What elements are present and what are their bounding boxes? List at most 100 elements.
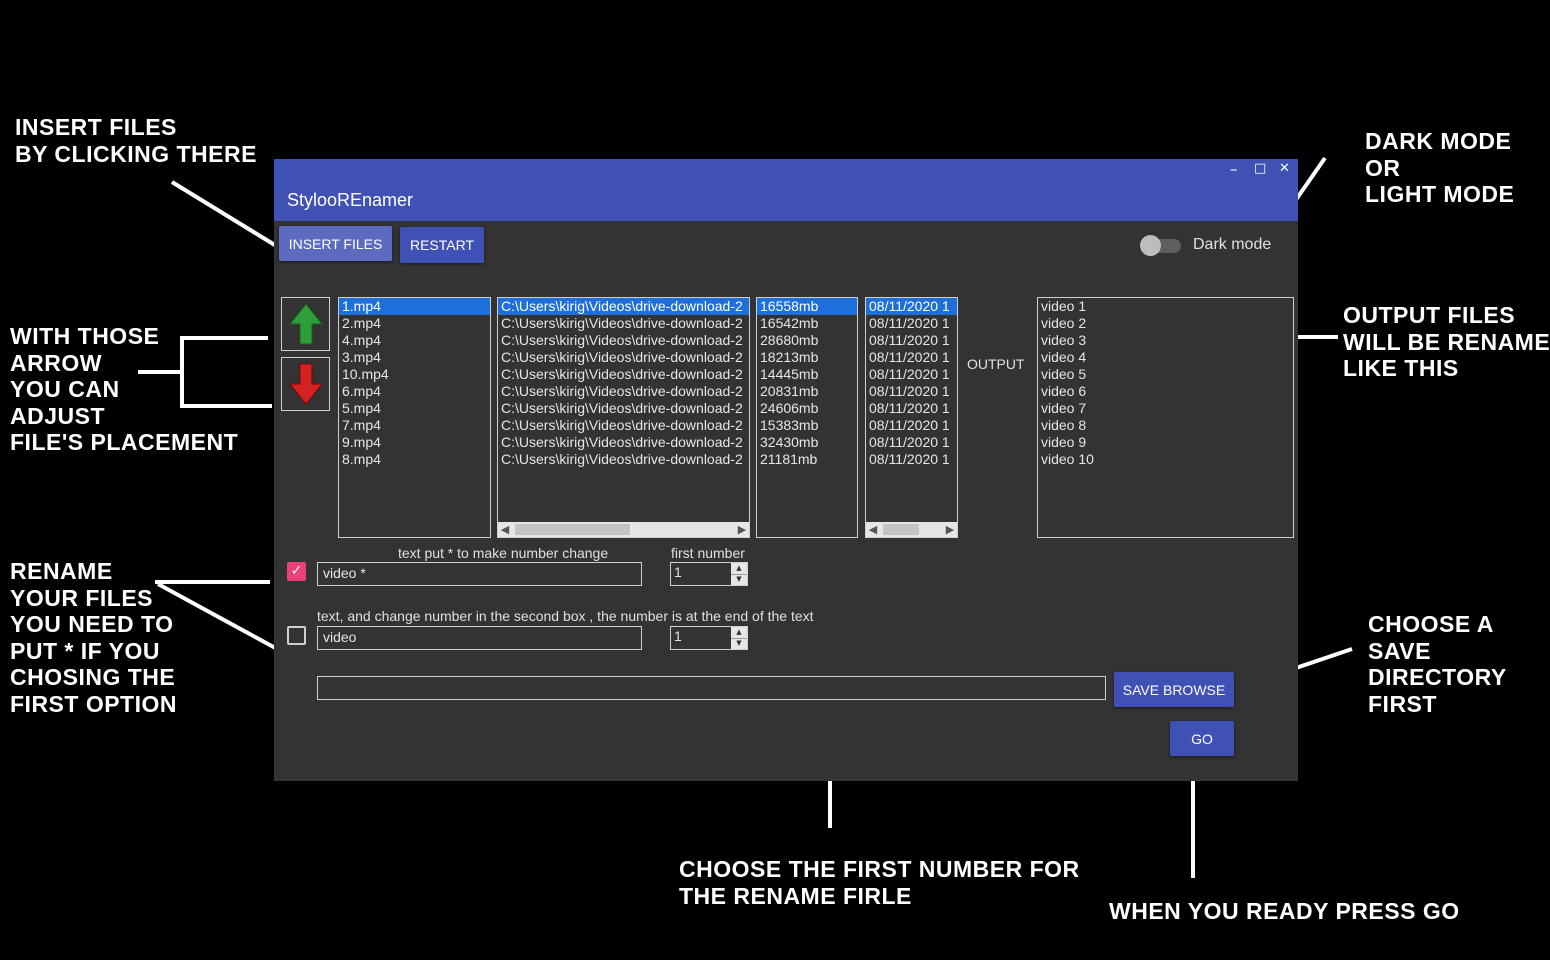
option2-label: text, and change number in the second bo… [317, 608, 814, 624]
file-size-list[interactable]: 16558mb 16542mb 28680mb 18213mb 14445mb 20831… [756, 297, 858, 538]
list-item[interactable]: video 2 [1038, 315, 1293, 332]
list-item[interactable]: C:\Users\kirig\Videos\drive-download-2 [498, 298, 749, 315]
restart-button[interactable]: RESTART [400, 227, 484, 263]
file-name-list[interactable]: 1.mp4 2.mp4 4.mp4 3.mp4 10.mp4 6.mp4 5.mp4 7.mp… [338, 297, 491, 538]
list-item[interactable]: 08/11/2020 1 [866, 349, 957, 366]
scroll-left-icon[interactable]: ◀ [866, 522, 880, 537]
path-list-scrollbar[interactable]: ◀ ▶ [498, 522, 749, 537]
annotation-output: Output files will be renamed like this [1343, 302, 1550, 381]
scrollbar-thumb[interactable] [883, 524, 919, 535]
annotation-go: When you ready press GO [1109, 898, 1460, 924]
list-item[interactable]: C:\Users\kirig\Videos\drive-download-2 [498, 315, 749, 332]
list-item[interactable]: video 9 [1038, 434, 1293, 451]
annotation-rename: Rename your files you need to put * if y… [10, 558, 177, 717]
option1-number-stepper[interactable]: 1 ▲ ▼ [670, 562, 748, 586]
first-number-label: first number [671, 545, 745, 561]
list-item[interactable]: 6.mp4 [339, 383, 490, 400]
scroll-left-icon[interactable]: ◀ [498, 522, 512, 537]
file-date-list[interactable]: 08/11/2020 1 08/11/2020 1 08/11/2020 1 08/1… [865, 297, 958, 538]
minimize-icon[interactable]: – [1230, 161, 1238, 177]
annotation-arrows: With those arrow you can adjust file's p… [10, 323, 239, 455]
list-item[interactable]: 08/11/2020 1 [866, 400, 957, 417]
list-item[interactable]: 2.mp4 [339, 315, 490, 332]
list-item[interactable]: 24606mb [757, 400, 857, 417]
list-item[interactable]: C:\Users\kirig\Videos\drive-download-2 [498, 366, 749, 383]
close-icon[interactable]: ✕ [1279, 161, 1290, 177]
list-item[interactable]: C:\Users\kirig\Videos\drive-download-2 [498, 332, 749, 349]
date-list-scrollbar[interactable]: ◀ ▶ [866, 522, 957, 537]
list-item[interactable]: 16542mb [757, 315, 857, 332]
list-item[interactable]: C:\Users\kirig\Videos\drive-download-2 [498, 434, 749, 451]
list-item[interactable]: C:\Users\kirig\Videos\drive-download-2 [498, 451, 749, 468]
dark-mode-toggle-knob[interactable] [1140, 235, 1161, 256]
list-item[interactable]: 20831mb [757, 383, 857, 400]
list-item[interactable]: 1.mp4 [339, 298, 490, 315]
list-item[interactable]: video 5 [1038, 366, 1293, 383]
app-window: – □ ✕ StylooREnamer INSERT FILES RESTART… [274, 159, 1298, 781]
list-item[interactable]: 8.mp4 [339, 451, 490, 468]
list-item[interactable]: C:\Users\kirig\Videos\drive-download-2 [498, 417, 749, 434]
list-item[interactable]: C:\Users\kirig\Videos\drive-download-2 [498, 349, 749, 366]
list-item[interactable]: 10.mp4 [339, 366, 490, 383]
list-item[interactable]: 08/11/2020 1 [866, 383, 957, 400]
maximize-icon[interactable]: □ [1254, 161, 1266, 177]
list-item[interactable]: video 6 [1038, 383, 1293, 400]
list-item[interactable]: 7.mp4 [339, 417, 490, 434]
save-browse-button[interactable]: SAVE BROWSE [1114, 672, 1234, 707]
scrollbar-thumb[interactable] [515, 524, 630, 535]
list-item[interactable]: 28680mb [757, 332, 857, 349]
annotation-dark-mode: Dark mode or light mode [1365, 128, 1515, 207]
annotation-first-number: Choose the first number for the rename f… [679, 856, 1080, 909]
title-bar: – □ ✕ StylooREnamer [274, 159, 1298, 221]
dark-mode-label: Dark mode [1193, 236, 1272, 253]
list-item[interactable]: 08/11/2020 1 [866, 298, 957, 315]
list-item[interactable]: video 10 [1038, 451, 1293, 468]
option2-checkbox[interactable] [287, 626, 306, 645]
list-item[interactable]: video 4 [1038, 349, 1293, 366]
scroll-right-icon[interactable]: ▶ [943, 522, 957, 537]
list-item[interactable]: 16558mb [757, 298, 857, 315]
option2-number-value: 1 [674, 628, 682, 644]
list-item[interactable]: 08/11/2020 1 [866, 366, 957, 383]
list-item[interactable]: 08/11/2020 1 [866, 451, 957, 468]
option1-label: text put * to make number change [398, 545, 609, 561]
output-label: OUTPUT [967, 356, 1025, 372]
list-item[interactable]: 3.mp4 [339, 349, 490, 366]
option2-number-stepper[interactable]: 1 ▲ ▼ [670, 626, 748, 650]
stepper-down-icon[interactable]: ▼ [731, 574, 747, 585]
option2-text-input[interactable]: video [317, 626, 642, 650]
list-item[interactable]: 32430mb [757, 434, 857, 451]
list-item[interactable]: video 1 [1038, 298, 1293, 315]
list-item[interactable]: video 7 [1038, 400, 1293, 417]
arrow-down-icon [289, 363, 323, 405]
option1-text-input[interactable]: video * [317, 562, 642, 586]
insert-files-button[interactable]: INSERT FILES [279, 226, 392, 261]
scroll-right-icon[interactable]: ▶ [735, 522, 749, 537]
move-down-button[interactable] [281, 357, 330, 411]
list-item[interactable]: 5.mp4 [339, 400, 490, 417]
check-icon: ✓ [290, 563, 303, 579]
list-item[interactable]: 08/11/2020 1 [866, 332, 957, 349]
list-item[interactable]: 9.mp4 [339, 434, 490, 451]
save-path-input[interactable] [317, 676, 1106, 700]
list-item[interactable]: 08/11/2020 1 [866, 315, 957, 332]
list-item[interactable]: 18213mb [757, 349, 857, 366]
list-item[interactable]: 4.mp4 [339, 332, 490, 349]
stepper-down-icon[interactable]: ▼ [731, 638, 747, 649]
file-path-list[interactable]: C:\Users\kirig\Videos\drive-download-2 C:… [497, 297, 750, 538]
list-item[interactable]: 08/11/2020 1 [866, 417, 957, 434]
go-button[interactable]: GO [1170, 721, 1234, 756]
list-item[interactable]: 15383mb [757, 417, 857, 434]
app-title: StylooREnamer [287, 190, 414, 210]
list-item[interactable]: C:\Users\kirig\Videos\drive-download-2 [498, 400, 749, 417]
list-item[interactable]: 14445mb [757, 366, 857, 383]
list-item[interactable]: video 3 [1038, 332, 1293, 349]
output-list[interactable]: video 1 video 2 video 3 video 4 video 5 video… [1037, 297, 1294, 538]
list-item[interactable]: 08/11/2020 1 [866, 434, 957, 451]
move-up-button[interactable] [281, 297, 330, 351]
list-item[interactable]: video 8 [1038, 417, 1293, 434]
list-item[interactable]: 21181mb [757, 451, 857, 468]
list-item[interactable]: C:\Users\kirig\Videos\drive-download-2 [498, 383, 749, 400]
option1-checkbox[interactable]: ✓ [287, 562, 306, 581]
arrow-up-icon [289, 303, 323, 345]
